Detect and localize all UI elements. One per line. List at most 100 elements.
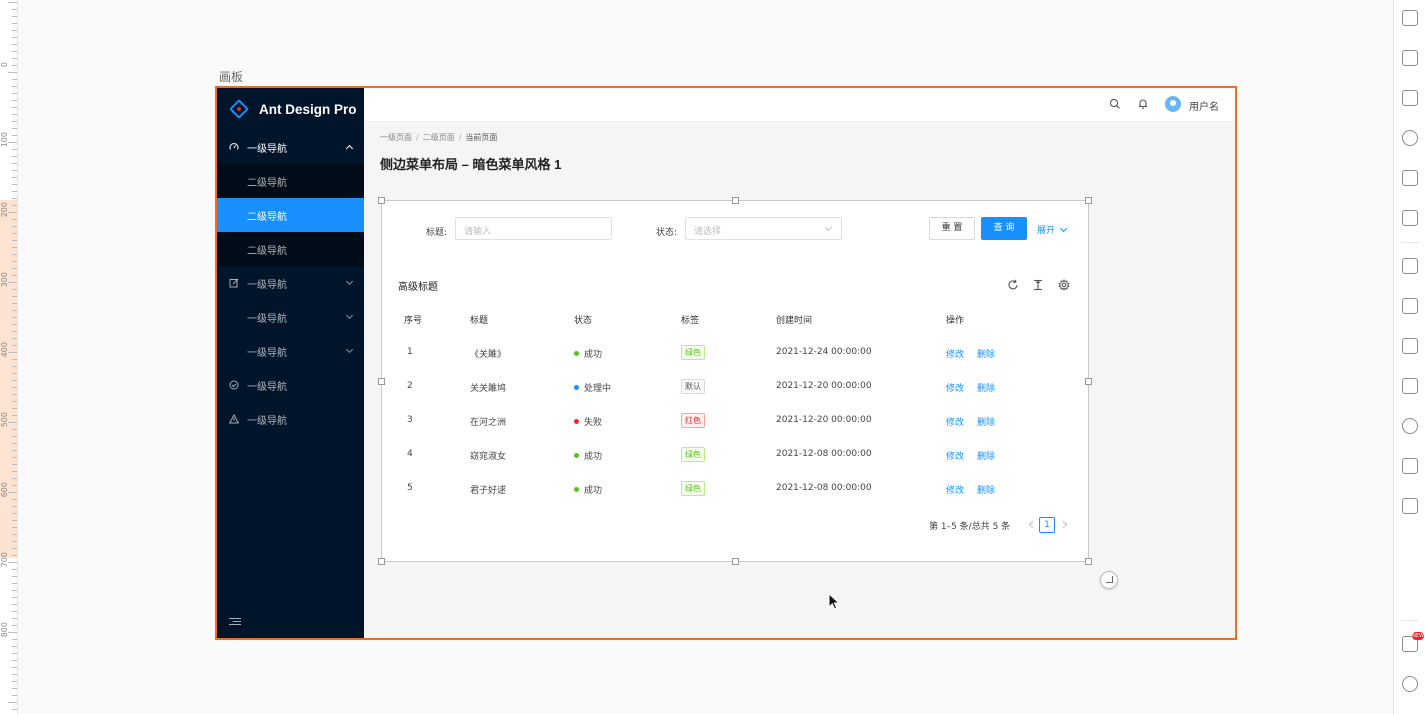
pagination-page-1[interactable]: 1: [1039, 517, 1055, 533]
upload-icon[interactable]: [1402, 258, 1418, 274]
expand-label: 展开: [1037, 226, 1056, 236]
ruler-tick: [12, 65, 17, 66]
resize-handle[interactable]: [378, 558, 385, 565]
image-icon[interactable]: [1402, 170, 1418, 186]
sidebar-subitem-2-active[interactable]: 二级导航: [217, 198, 364, 232]
title-filter-input[interactable]: 请输入: [455, 217, 612, 240]
cell-status: 成功: [574, 483, 602, 496]
status-filter-select[interactable]: 请选择: [685, 217, 842, 240]
sidebar-item-nav-5[interactable]: 一级导航: [217, 368, 364, 402]
toolbar-divider: [1401, 620, 1419, 621]
search-icon[interactable]: [1109, 98, 1121, 110]
logo[interactable]: Ant Design Pro: [217, 88, 364, 130]
resize-handle[interactable]: [1085, 197, 1092, 204]
delete-link[interactable]: 删除: [977, 347, 995, 360]
edit-link[interactable]: 修改: [946, 381, 964, 394]
component-icon[interactable]: [1402, 50, 1418, 66]
ruler-tick: [12, 534, 17, 535]
sidebar-subitem-3[interactable]: 二级导航: [217, 232, 364, 266]
ruler-tick: [12, 149, 17, 150]
pagination-prev-icon[interactable]: [1028, 520, 1037, 529]
delete-link[interactable]: 删除: [977, 415, 995, 428]
ruler-tick: [12, 653, 17, 654]
help-icon[interactable]: [1402, 676, 1418, 692]
ruler-number: 0: [0, 62, 9, 68]
sidebar-item-nav-4[interactable]: 一级导航: [217, 334, 364, 368]
delete-link[interactable]: 删除: [977, 483, 995, 496]
query-button[interactable]: 查 询: [981, 217, 1027, 240]
resize-handle[interactable]: [732, 197, 739, 204]
ant-design-logo-icon: [229, 99, 249, 119]
edit-link[interactable]: 修改: [946, 449, 964, 462]
sidebar-item-nav-2[interactable]: 一级导航: [217, 266, 364, 300]
bell-icon[interactable]: [1137, 98, 1149, 110]
measure-icon[interactable]: [1402, 418, 1418, 434]
reload-icon[interactable]: [1007, 279, 1019, 291]
star-icon[interactable]: [1402, 90, 1418, 106]
ruler-number: 600: [0, 482, 9, 498]
edit-link[interactable]: 修改: [946, 483, 964, 496]
table-card-selected[interactable]: 标题: 请输入 状态: 请选择 重 置 查 询 展开 高级标题 序号 标题 状态…: [378, 197, 1092, 565]
ruler-tick: [8, 702, 17, 703]
breadcrumb-item[interactable]: 二级页面: [423, 133, 455, 142]
table-icon[interactable]: [1402, 338, 1418, 354]
avatar[interactable]: [1165, 96, 1181, 112]
ruler-tick: [12, 709, 17, 710]
ruler-number: 400: [0, 342, 9, 358]
delete-link[interactable]: 删除: [977, 449, 995, 462]
tag-red: 红色: [681, 413, 705, 428]
ruler-tick: [12, 128, 17, 129]
sidebar-item-nav-3[interactable]: 一级导航: [217, 300, 364, 334]
layers-icon[interactable]: [1402, 458, 1418, 474]
ruler-tick: [12, 387, 17, 388]
resize-handle[interactable]: [378, 197, 385, 204]
resize-handle[interactable]: [1085, 378, 1092, 385]
resize-handle[interactable]: [1085, 558, 1092, 565]
palette-icon[interactable]: [1402, 130, 1418, 146]
resize-handle[interactable]: [378, 378, 385, 385]
ruler-tick: [12, 667, 17, 668]
ruler-tick: [12, 219, 17, 220]
ruler-tick: [12, 506, 17, 507]
sidebar-item-nav-6[interactable]: 一级导航: [217, 402, 364, 436]
column-height-icon[interactable]: [1032, 279, 1044, 291]
ruler-tick: [12, 261, 17, 262]
resize-corner-knob[interactable]: [1100, 571, 1118, 589]
sidebar-subitem-1[interactable]: 二级导航: [217, 164, 364, 198]
sidebar-item-nav-1[interactable]: 一级导航: [217, 130, 364, 164]
ruler-tick: [12, 415, 17, 416]
cell-created: 2021-12-24 00:00:00: [776, 347, 872, 357]
setting-icon[interactable]: [1058, 279, 1070, 291]
delete-link[interactable]: 删除: [977, 381, 995, 394]
code-icon[interactable]: [1402, 498, 1418, 514]
artboard-frame[interactable]: Ant Design Pro 一级导航 二级导航 二级导航 二级导航 一级导航 …: [215, 86, 1237, 640]
ruler-tick: [12, 541, 17, 542]
reset-button[interactable]: 重 置: [929, 217, 975, 240]
edit-link[interactable]: 修改: [946, 415, 964, 428]
dashboard-icon: [229, 143, 239, 150]
ruler-tick: [12, 86, 17, 87]
home-icon[interactable]: [1402, 10, 1418, 26]
ruler-tick: [12, 443, 17, 444]
sidebar-submenu: 二级导航 二级导航 二级导航: [217, 164, 364, 266]
cell-no: 5: [407, 483, 413, 493]
cell-no: 4: [407, 449, 413, 459]
resize-handle[interactable]: [732, 558, 739, 565]
swap-icon[interactable]: [1402, 378, 1418, 394]
layout-icon[interactable]: [1402, 298, 1418, 314]
pagination-next-icon[interactable]: [1059, 520, 1068, 529]
ruler-tick: [12, 338, 17, 339]
edit-link[interactable]: 修改: [946, 347, 964, 360]
ruler-tick: [12, 674, 17, 675]
ruler-tick: [12, 604, 17, 605]
status-filter-placeholder: 请选择: [694, 227, 722, 237]
expand-link[interactable]: 展开: [1037, 223, 1068, 236]
ruler-tick: [12, 429, 17, 430]
username[interactable]: 用户名: [1189, 98, 1219, 113]
breadcrumb-item[interactable]: 一级页面: [380, 133, 412, 142]
status-text: 失败: [584, 418, 603, 428]
menu-fold-icon[interactable]: [229, 618, 241, 628]
table-title: 高级标题: [398, 282, 438, 293]
ruler-tick: [12, 100, 17, 101]
text-icon[interactable]: [1402, 210, 1418, 226]
